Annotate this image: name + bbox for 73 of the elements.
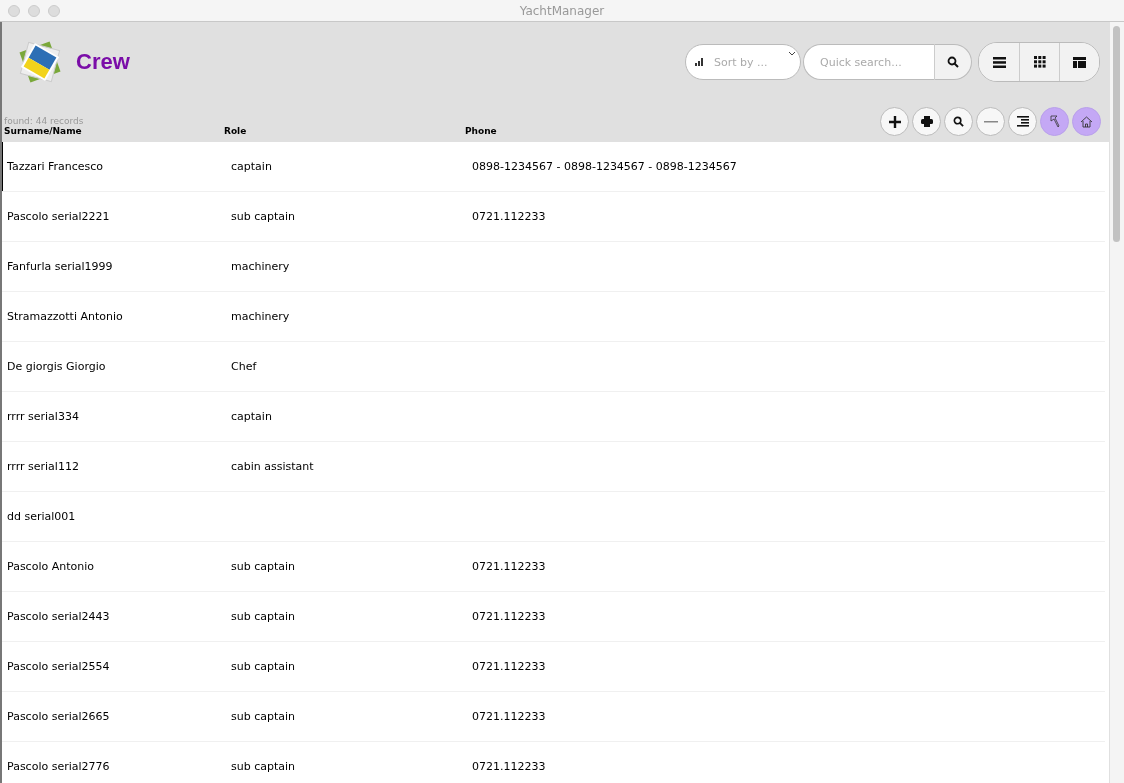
role-cell: sub captain xyxy=(231,660,296,673)
bars-icon xyxy=(694,58,704,66)
window-title: YachtManager xyxy=(519,3,605,18)
phone-cell: 0721.112233 xyxy=(472,760,546,773)
name-cell: Stramazzotti Antonio xyxy=(7,310,123,323)
phone-cell: 0898-1234567 - 0898-1234567 - 0898-1234567 xyxy=(472,160,737,173)
column-header[interactable]: Surname/Name xyxy=(4,126,224,136)
phone-cell: 0721.112233 xyxy=(472,710,546,723)
role-cell: cabin assistant xyxy=(231,460,314,473)
column-header[interactable]: Phone xyxy=(465,126,497,136)
table-icon xyxy=(1073,56,1086,68)
find-button[interactable] xyxy=(944,107,973,136)
column-header[interactable]: Role xyxy=(224,126,465,136)
phone-cell: 0721.112233 xyxy=(472,560,546,573)
role-cell: Chef xyxy=(231,360,257,373)
search-button[interactable] xyxy=(934,44,972,80)
align-right-icon xyxy=(1016,116,1029,127)
print-button[interactable] xyxy=(912,107,941,136)
table-row[interactable]: Pascolo serial2665 sub captain 0721.112233 xyxy=(2,692,1105,742)
back-button[interactable] xyxy=(1040,107,1069,136)
name-cell: rrrr serial112 xyxy=(7,460,79,473)
add-button[interactable] xyxy=(880,107,909,136)
phone-cell: 0721.112233 xyxy=(472,660,546,673)
role-cell: captain xyxy=(231,160,272,173)
scrollbar[interactable] xyxy=(1109,22,1124,783)
list-icon xyxy=(992,56,1006,68)
role-cell: sub captain xyxy=(231,210,296,223)
search-icon xyxy=(953,116,964,127)
table-row[interactable]: De giorgis Giorgio Chef xyxy=(2,342,1105,392)
table-row[interactable]: dd serial001 xyxy=(2,492,1105,542)
role-cell: captain xyxy=(231,410,272,423)
home-icon xyxy=(1080,115,1093,128)
grid-icon xyxy=(1033,56,1046,68)
name-cell: Pascolo serial2443 xyxy=(7,610,110,623)
table-row[interactable]: Stramazzotti Antonio machinery xyxy=(2,292,1105,342)
chevron-icon xyxy=(788,51,796,56)
role-cell: machinery xyxy=(231,260,290,273)
table-row[interactable]: Pascolo Antonio sub captain 0721.112233 xyxy=(2,542,1105,592)
table-row[interactable]: Pascolo serial2443 sub captain 0721.112233 xyxy=(2,592,1105,642)
table-row[interactable]: Fanfurla serial1999 machinery xyxy=(2,242,1105,292)
table-row[interactable]: Pascolo serial2776 sub captain 0721.112233 xyxy=(2,742,1105,783)
view-mode-button[interactable] xyxy=(1059,43,1099,81)
record-count: found: 44 records xyxy=(4,116,85,126)
table-row[interactable]: Pascolo serial2221 sub captain 0721.112233 xyxy=(2,192,1105,242)
name-cell: Pascolo serial2776 xyxy=(7,760,110,773)
home-button[interactable] xyxy=(1072,107,1101,136)
phone-cell: 0721.112233 xyxy=(472,210,546,223)
table-row[interactable]: Pascolo serial2554 sub captain 0721.112233 xyxy=(2,642,1105,692)
scrollbar-thumb[interactable] xyxy=(1113,26,1120,242)
search-field[interactable]: Quick search... xyxy=(803,44,934,80)
name-cell: Pascolo Antonio xyxy=(7,560,94,573)
table-row[interactable]: Tazzari Francesco captain 0898-1234567 - 0898-1234567 - 0898-1234567 xyxy=(2,142,1105,192)
role-cell: machinery xyxy=(231,310,290,323)
name-cell: Pascolo serial2665 xyxy=(7,710,110,723)
search-icon xyxy=(947,56,959,68)
minus-icon xyxy=(983,120,998,123)
role-cell: sub captain xyxy=(231,760,296,773)
phone-cell: 0721.112233 xyxy=(472,610,546,623)
table-row[interactable]: rrrr serial112 cabin assistant xyxy=(2,442,1105,492)
page-title: Crew xyxy=(76,49,130,75)
name-cell: De giorgis Giorgio xyxy=(7,360,106,373)
name-cell: dd serial001 xyxy=(7,510,76,523)
name-cell: rrrr serial334 xyxy=(7,410,79,423)
plus-icon xyxy=(888,115,901,128)
role-cell: sub captain xyxy=(231,560,296,573)
name-cell: Fanfurla serial1999 xyxy=(7,260,113,273)
name-cell: Pascolo serial2221 xyxy=(7,210,110,223)
table-row[interactable]: rrrr serial334 captain xyxy=(2,392,1105,442)
name-cell: Tazzari Francesco xyxy=(7,160,104,173)
role-cell: sub captain xyxy=(231,710,296,723)
align-button[interactable] xyxy=(1008,107,1037,136)
role-cell: sub captain xyxy=(231,610,296,623)
name-cell: Pascolo serial2554 xyxy=(7,660,110,673)
